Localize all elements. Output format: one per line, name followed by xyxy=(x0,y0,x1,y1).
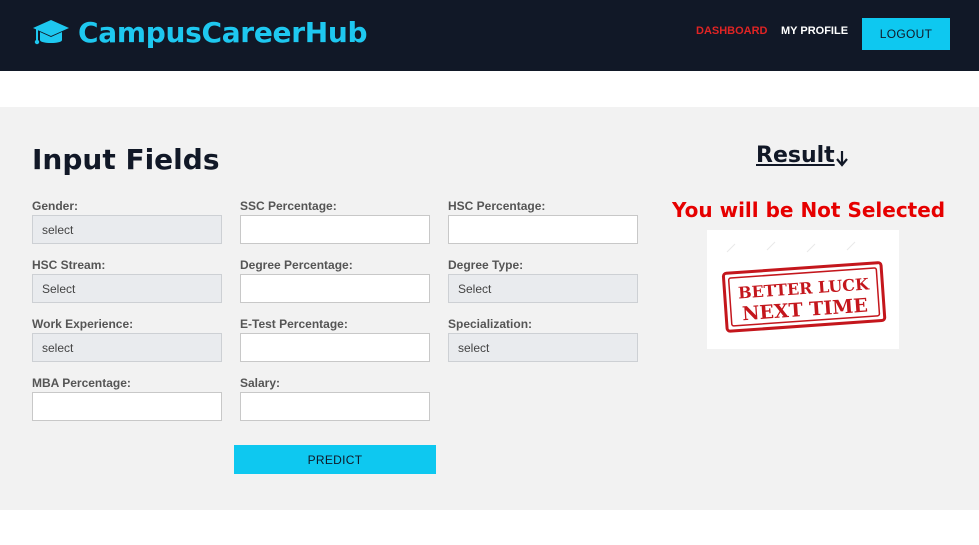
work-experience-select[interactable]: select xyxy=(32,333,222,362)
specialization-label: Specialization: xyxy=(448,317,533,331)
better-luck-stamp-image: BETTER LUCK NEXT TIME xyxy=(707,230,899,349)
hsc-stream-select[interactable]: Select xyxy=(32,274,222,303)
logout-button[interactable]: LOGOUT xyxy=(862,18,950,50)
nav-link-dashboard[interactable]: DASHBOARD xyxy=(696,25,768,37)
gender-label: Gender: xyxy=(32,199,79,213)
degree-type-select[interactable]: Select xyxy=(448,274,638,303)
graduation-cap-icon xyxy=(33,20,69,45)
nav-link-my-profile[interactable]: MY PROFILE xyxy=(781,25,848,37)
gender-select[interactable]: select xyxy=(32,215,222,244)
mba-percentage-input[interactable] xyxy=(32,392,222,421)
ssc-percentage-input[interactable] xyxy=(240,215,430,244)
result-message: You will be Not Selected xyxy=(672,198,946,222)
brand[interactable]: CampusCareerHub xyxy=(32,16,368,50)
hsc-percentage-input[interactable] xyxy=(448,215,638,244)
degree-percentage-input[interactable] xyxy=(240,274,430,303)
work-experience-label: Work Experience: xyxy=(32,317,134,331)
predict-button[interactable]: PREDICT xyxy=(234,445,436,474)
arrow-down-icon xyxy=(836,151,848,167)
brand-name: CampusCareerHub xyxy=(78,16,368,49)
input-fields-title: Input Fields xyxy=(32,143,220,176)
hsc-stream-label: HSC Stream: xyxy=(32,258,106,272)
salary-input[interactable] xyxy=(240,392,430,421)
page-footer-space xyxy=(0,510,979,545)
salary-label: Salary: xyxy=(240,376,281,390)
specialization-select[interactable]: select xyxy=(448,333,638,362)
hsc-percentage-label: HSC Percentage: xyxy=(448,199,546,213)
mba-percentage-label: MBA Percentage: xyxy=(32,376,131,390)
etest-percentage-label: E-Test Percentage: xyxy=(240,317,348,331)
degree-percentage-label: Degree Percentage: xyxy=(240,258,353,272)
etest-percentage-input[interactable] xyxy=(240,333,430,362)
navbar: CampusCareerHub DASHBOARD MY PROFILE LOG… xyxy=(0,0,979,71)
ssc-percentage-label: SSC Percentage: xyxy=(240,199,337,213)
result-title: Result xyxy=(756,143,835,168)
degree-type-label: Degree Type: xyxy=(448,258,524,272)
main-panel: Input Fields Gender: select SSC Percenta… xyxy=(0,107,979,510)
